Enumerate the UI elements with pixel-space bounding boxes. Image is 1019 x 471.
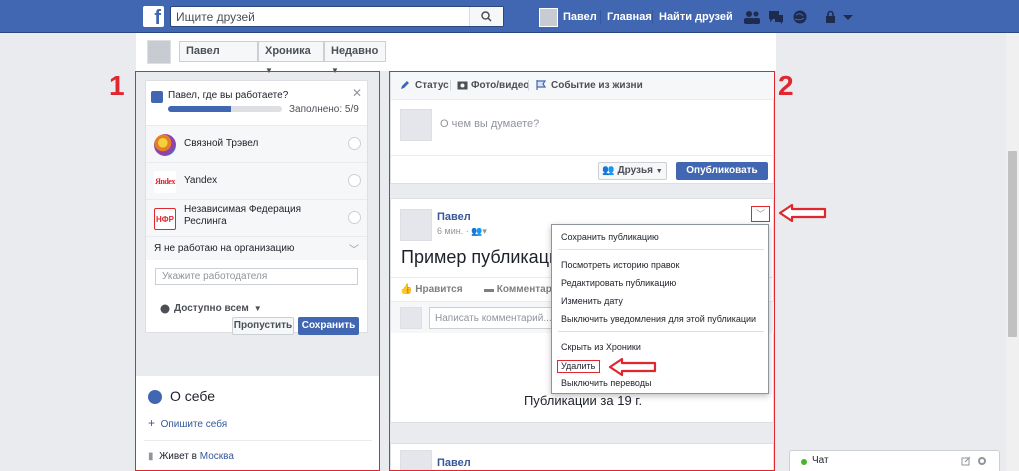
profile-avatar[interactable] <box>147 40 171 64</box>
nav-find-friends-link[interactable]: Найти друзей <box>659 11 733 23</box>
nav-user-name: Павел <box>563 11 597 23</box>
page-scrollbar[interactable] <box>1006 33 1019 471</box>
profile-name-button[interactable]: Павел <box>179 41 258 62</box>
profile-header-strip: Павел Хроника ▼ Недавно ▼ <box>136 33 776 75</box>
annotation-arrow-icon <box>778 203 827 223</box>
annotation-label-2: 2 <box>778 70 794 101</box>
search-button[interactable] <box>469 7 503 26</box>
top-nav-inner: f Павел Главная Найти друзей <box>143 0 883 33</box>
annotation-box-1 <box>135 71 380 471</box>
chevron-down-icon[interactable] <box>839 9 857 25</box>
timeline-tab[interactable]: Хроника ▼ <box>258 41 324 75</box>
notifications-globe-icon[interactable] <box>791 9 809 25</box>
top-navigation-bar: f Павел Главная Найти друзей <box>0 0 1019 33</box>
facebook-logo[interactable]: f <box>143 6 164 27</box>
search-input[interactable] <box>171 7 471 26</box>
nav-divider <box>600 10 601 24</box>
messages-icon[interactable] <box>767 9 785 25</box>
timeline-label: Хроника <box>265 45 311 57</box>
annotation-label-1: 1 <box>109 70 125 101</box>
nav-home-link[interactable]: Главная <box>607 11 652 23</box>
nav-profile-link[interactable]: Павел <box>539 7 597 27</box>
search-icon <box>481 11 492 22</box>
gear-icon[interactable] <box>977 456 987 466</box>
nav-divider <box>652 10 653 24</box>
friend-requests-icon[interactable] <box>743 9 761 25</box>
compose-icon[interactable] <box>961 456 971 466</box>
avatar <box>539 7 558 27</box>
search-box[interactable] <box>170 6 504 27</box>
chat-label: Чат <box>812 455 829 466</box>
recent-label: Недавно <box>331 45 379 57</box>
annotation-arrow-icon <box>608 357 657 377</box>
online-status-icon <box>801 459 807 465</box>
annotation-box-2 <box>389 71 775 471</box>
profile-name-label: Павел <box>186 45 220 57</box>
recent-dropdown[interactable]: Недавно ▼ <box>324 41 386 75</box>
scrollbar-thumb[interactable] <box>1008 151 1017 337</box>
chat-bar[interactable]: Чат <box>789 450 1000 471</box>
